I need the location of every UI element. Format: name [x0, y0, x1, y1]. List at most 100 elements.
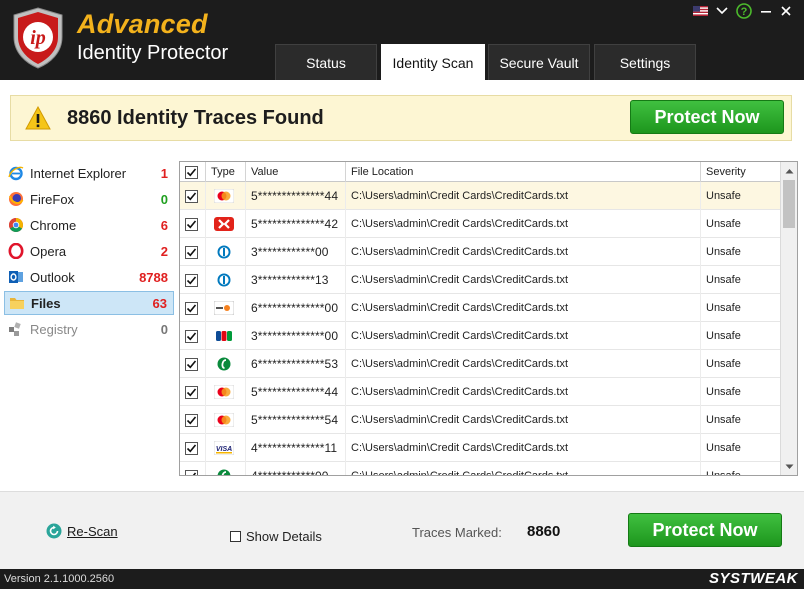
value-cell: 5**************44 [246, 182, 346, 210]
value-cell: 5**************54 [246, 406, 346, 434]
main-panel: 8860 Identity Traces Found Protect Now I… [0, 80, 804, 569]
column-header-type[interactable]: Type [206, 162, 246, 182]
show-details-label: Show Details [246, 529, 322, 544]
us-flag-icon[interactable] [693, 6, 708, 16]
table-row[interactable]: 6**************00 C:\Users\admin\Credit C… [180, 294, 780, 322]
severity-cell: Unsafe [706, 442, 741, 454]
file-location-cell: C:\Users\admin\Credit Cards\CreditCards.… [346, 294, 701, 322]
row-checkbox-cell [180, 350, 206, 378]
type-cell: VISA [206, 434, 246, 462]
column-header-file-location[interactable]: File Location [346, 162, 701, 182]
value-cell: 6**************53 [246, 350, 346, 378]
systweak-logo: SYSTWEAK [708, 570, 798, 587]
diners-card-icon [217, 245, 231, 259]
visa-card-icon: VISA [214, 441, 234, 455]
value-cell: 3**************00 [246, 322, 346, 350]
row-checkbox[interactable] [185, 245, 198, 259]
rescan-label: Re-Scan [67, 523, 118, 539]
tab-settings[interactable]: Settings [594, 44, 696, 80]
dankort-card-icon [214, 217, 234, 231]
traces-table: Type Value File Location Severity 5*****… [179, 161, 798, 476]
sidebar-item-outlook[interactable]: Outlook 8788 [4, 265, 174, 289]
table-row[interactable]: 5**************44 C:\Users\admin\Credit C… [180, 378, 780, 406]
scroll-down-button[interactable] [781, 458, 797, 475]
table-row[interactable]: 5**************44 C:\Users\admin\Credit C… [180, 182, 780, 210]
rescan-link[interactable]: Re-Scan [46, 523, 118, 539]
minimize-icon[interactable] [760, 6, 772, 16]
refresh-icon [46, 523, 62, 539]
chevron-down-icon [785, 464, 794, 469]
traces-marked-value: 8860 [527, 523, 561, 540]
chevron-down-icon[interactable] [716, 6, 728, 16]
row-checkbox[interactable] [185, 413, 198, 427]
status-bar: Version 2.1.1000.2560 SYSTWEAK [0, 569, 804, 589]
tab-secure-vault[interactable]: Secure Vault [488, 44, 590, 80]
table-row[interactable]: 3**************00 C:\Users\admin\Credit C… [180, 322, 780, 350]
file-location-cell: C:\Users\admin\Credit Cards\CreditCards.… [346, 462, 701, 475]
row-checkbox[interactable] [185, 441, 198, 455]
row-checkbox[interactable] [185, 217, 198, 231]
opera-icon [8, 243, 24, 259]
row-checkbox[interactable] [185, 385, 198, 399]
tab-identity-scan[interactable]: Identity Scan [381, 44, 485, 80]
app-title-line2: Identity Protector [77, 42, 229, 64]
severity-cell: Unsafe [701, 462, 780, 475]
row-checkbox-cell [180, 210, 206, 238]
sidebar-item-opera[interactable]: Opera 2 [4, 239, 174, 263]
sidebar-item-files[interactable]: Files 63 [4, 291, 174, 315]
table-row[interactable]: 6**************53 C:\Users\admin\Credit C… [180, 350, 780, 378]
file-location-cell: C:\Users\admin\Credit Cards\CreditCards.… [346, 434, 701, 462]
file-location-cell: C:\Users\admin\Credit Cards\CreditCards.… [346, 322, 701, 350]
row-checkbox[interactable] [185, 469, 198, 475]
row-checkbox-cell [180, 322, 206, 350]
type-cell [206, 238, 246, 266]
type-cell [206, 322, 246, 350]
scroll-up-button[interactable] [781, 162, 797, 179]
internet-explorer-icon [8, 166, 24, 181]
file-location-cell: C:\Users\admin\Credit Cards\CreditCards.… [346, 238, 701, 266]
mastercard-card-icon [214, 189, 234, 203]
row-checkbox[interactable] [185, 329, 198, 343]
row-checkbox[interactable] [185, 357, 198, 371]
sidebar-item-chrome[interactable]: Chrome 6 [4, 213, 174, 237]
file-location-cell: C:\Users\admin\Credit Cards\CreditCards.… [346, 182, 701, 210]
row-checkbox[interactable] [185, 273, 198, 287]
sidebar-item-label: Registry [30, 321, 78, 337]
sidebar-item-count: 8788 [139, 269, 168, 285]
unionpay-card-icon [217, 469, 231, 475]
row-checkbox[interactable] [185, 301, 198, 315]
show-details-toggle[interactable]: Show Details [230, 529, 322, 544]
column-header-value[interactable]: Value [246, 162, 346, 182]
close-icon[interactable] [780, 5, 792, 17]
results-banner: 8860 Identity Traces Found Protect Now [10, 95, 792, 141]
sidebar-item-count: 0 [160, 321, 168, 337]
tab-status[interactable]: Status [275, 44, 377, 80]
protect-now-button-top[interactable]: Protect Now [630, 100, 784, 134]
table-row[interactable]: VISA 4**************11 C:\Users\admin\Cred… [180, 434, 780, 462]
show-details-checkbox[interactable] [230, 531, 241, 542]
sidebar-item-label: Outlook [30, 269, 75, 285]
table-row[interactable]: 3************13 C:\Users\admin\Credit Car… [180, 266, 780, 294]
table-scrollbar[interactable] [780, 162, 797, 475]
scroll-thumb[interactable] [783, 180, 795, 228]
version-text: Version 2.1.1000.2560 [4, 573, 115, 585]
sidebar-item-registry[interactable]: Registry 0 [4, 317, 174, 341]
firefox-icon [9, 192, 24, 206]
chrome-icon [9, 218, 23, 232]
protect-now-button-bottom[interactable]: Protect Now [628, 513, 782, 547]
table-row[interactable]: 5**************54 C:\Users\admin\Credit C… [180, 406, 780, 434]
table-row[interactable]: 5**************42 C:\Users\admin\Credit C… [180, 210, 780, 238]
app-logo-icon: ip [13, 7, 63, 69]
sidebar-item-firefox[interactable]: FireFox 0 [4, 187, 174, 211]
select-all-checkbox[interactable] [185, 165, 198, 179]
value-cell: 3************13 [246, 266, 346, 294]
table-row[interactable]: 3************00 C:\Users\admin\Credit Car… [180, 238, 780, 266]
severity-cell: Unsafe [706, 414, 741, 426]
sidebar-item-internet-explorer[interactable]: Internet Explorer 1 [4, 161, 174, 185]
action-footer: Re-Scan Show Details Traces Marked: 8860… [0, 491, 804, 569]
help-icon[interactable]: ? [736, 3, 752, 19]
table-row[interactable]: 4************00C:\Users\admin\Credit Car… [180, 462, 780, 475]
row-checkbox[interactable] [185, 189, 198, 203]
type-cell [206, 182, 246, 210]
column-header-severity[interactable]: Severity [701, 162, 780, 182]
